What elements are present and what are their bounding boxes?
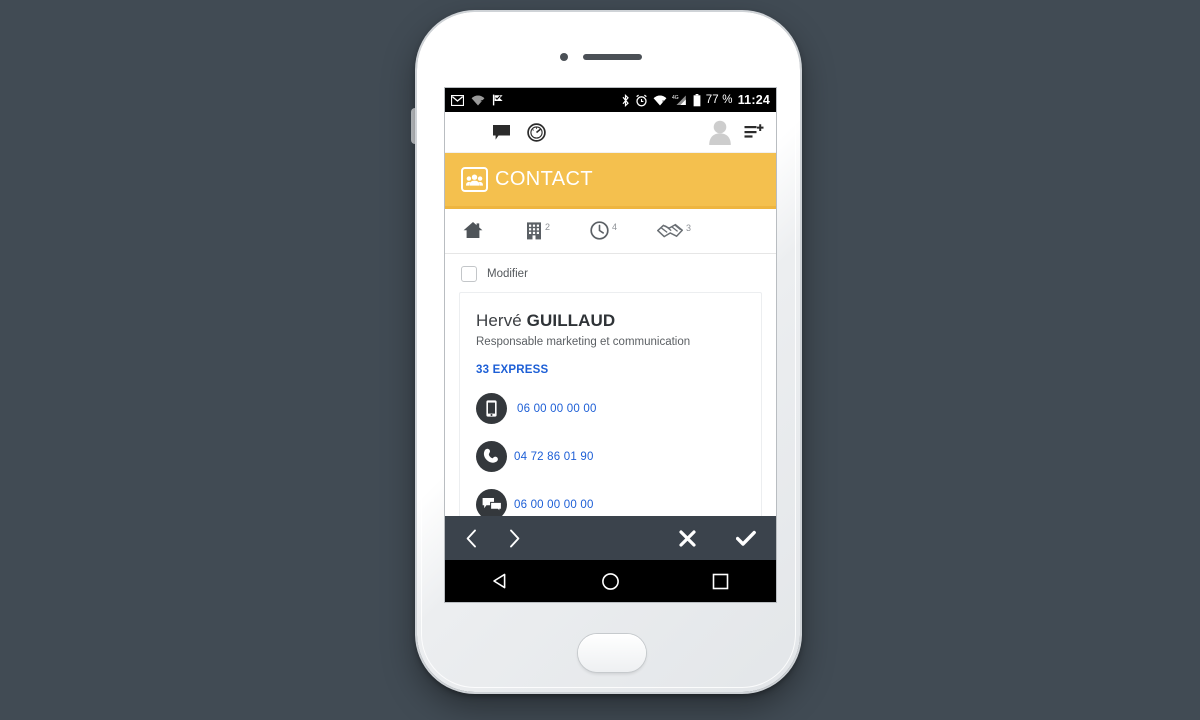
contact-card: Hervé GUILLAUD Responsable marketing et … (459, 292, 762, 535)
page-header-contact: CONTACT (445, 153, 776, 209)
app-toolbar-right (708, 119, 764, 145)
tab-bar: 2 4 3 (445, 209, 776, 254)
wifi-alert-icon: ! (653, 95, 667, 106)
tab-home[interactable] (463, 218, 486, 244)
android-navigation-bar (445, 560, 776, 602)
scene-background: ? ! 4G 77 % 11:24 CONTACT 2 4 3 Modifier… (0, 0, 1200, 720)
wifi-question-icon: ? (471, 95, 485, 106)
action-bar-navigation (465, 529, 521, 548)
battery-icon (693, 93, 701, 107)
gauge-icon[interactable] (527, 122, 546, 142)
contact-value-mobile[interactable]: 06 00 00 00 00 (517, 403, 597, 415)
handshake-icon (656, 222, 684, 244)
tab-deals[interactable]: 3 (656, 219, 692, 244)
svg-text:4G: 4G (672, 95, 679, 101)
gmail-icon (451, 94, 464, 106)
bottom-action-bar (445, 516, 776, 560)
contact-value-landline[interactable]: 04 72 86 01 90 (514, 451, 594, 463)
home-icon (463, 221, 483, 244)
tab-company[interactable]: 2 (526, 218, 550, 245)
status-bar-left-icons: ? (451, 94, 504, 106)
tab-history-badge: 4 (612, 221, 618, 232)
action-bar-actions (679, 529, 756, 547)
signal-4g-icon: 4G (672, 94, 688, 106)
bluetooth-icon (621, 93, 630, 107)
chevron-left-icon[interactable] (465, 529, 478, 548)
status-bar-right-icons: ! 4G 77 % 11:24 (621, 93, 770, 107)
battery-percentage: 77 % (705, 94, 733, 106)
tab-history[interactable]: 4 (590, 218, 617, 245)
app-toolbar (445, 112, 776, 153)
building-icon (526, 221, 542, 245)
svg-text:?: ? (480, 100, 484, 106)
earpiece-speaker (583, 54, 642, 60)
contacts-group-icon (461, 167, 488, 192)
flag-check-icon (492, 94, 504, 106)
front-camera-icon (560, 53, 568, 61)
speech-bubble-icon[interactable] (492, 124, 511, 141)
contact-card-wrapper: Hervé GUILLAUD Responsable marketing et … (445, 292, 776, 535)
home-circle-icon[interactable] (585, 572, 635, 591)
status-bar-clock: 11:24 (737, 93, 770, 107)
contact-first-name: Hervé (476, 311, 527, 330)
modifier-checkbox[interactable] (461, 266, 477, 282)
tab-deals-badge: 3 (686, 222, 692, 233)
contact-role: Responsable marketing et communication (476, 336, 691, 348)
clock-icon (590, 220, 609, 245)
phone-home-button[interactable] (578, 634, 646, 672)
contact-row-landline[interactable]: 04 72 86 01 90 (476, 441, 745, 472)
contact-value-sms[interactable]: 06 00 00 00 00 (514, 499, 594, 511)
modifier-row[interactable]: Modifier (445, 254, 776, 292)
contact-last-name: GUILLAUD (526, 311, 616, 330)
contact-company[interactable]: 33 EXPRESS (476, 364, 745, 376)
user-avatar-icon[interactable] (708, 119, 732, 145)
close-x-icon[interactable] (679, 529, 696, 547)
chevron-right-icon[interactable] (508, 529, 521, 548)
tab-company-badge: 2 (545, 221, 551, 232)
alarm-icon (635, 94, 648, 107)
mobile-phone-icon (476, 393, 507, 424)
checkmark-icon[interactable] (736, 530, 756, 547)
modifier-label: Modifier (487, 268, 528, 280)
add-to-list-icon[interactable] (744, 123, 764, 141)
page-title: CONTACT (495, 168, 593, 190)
back-triangle-icon[interactable] (475, 572, 525, 590)
svg-text:!: ! (662, 99, 664, 105)
telephone-handset-icon (476, 441, 507, 472)
hamburger-menu-icon[interactable] (457, 129, 476, 135)
app-toolbar-left (457, 122, 546, 142)
recents-square-icon[interactable] (696, 573, 746, 590)
phone-screen: ? ! 4G 77 % 11:24 CONTACT 2 4 3 Modifier… (445, 88, 776, 602)
contact-name: Hervé GUILLAUD (476, 311, 745, 331)
contact-row-mobile[interactable]: 06 00 00 00 00 (476, 393, 745, 424)
status-bar: ? ! 4G 77 % 11:24 (445, 88, 776, 112)
